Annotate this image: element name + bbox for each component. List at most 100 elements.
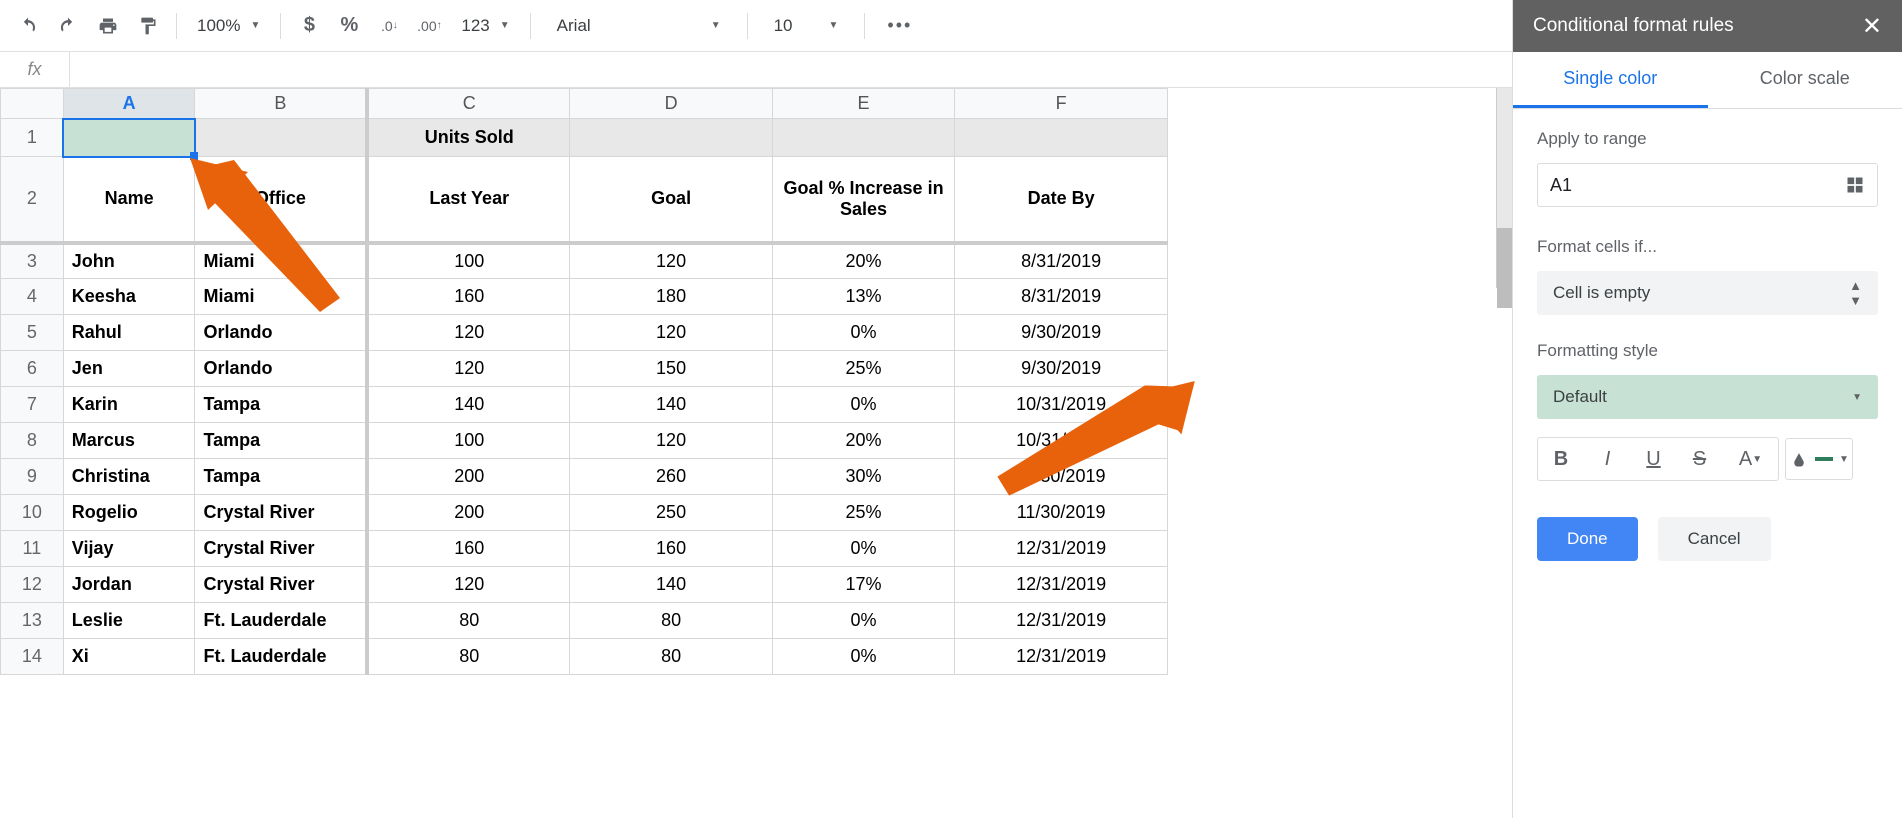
cell[interactable]: Crystal River <box>195 531 367 567</box>
cell[interactable]: 9/30/2019 <box>955 351 1168 387</box>
cell[interactable]: Ft. Lauderdale <box>195 639 367 675</box>
row-header[interactable]: 2 <box>1 157 64 243</box>
selection-handle[interactable] <box>190 152 198 160</box>
cell[interactable]: Name <box>63 157 195 243</box>
cell[interactable]: Rahul <box>63 315 195 351</box>
cell[interactable]: 120 <box>570 315 773 351</box>
cell[interactable]: 0% <box>772 531 954 567</box>
cell[interactable]: Karin <box>63 387 195 423</box>
cell[interactable]: 80 <box>570 603 773 639</box>
row-header[interactable]: 8 <box>1 423 64 459</box>
range-input[interactable]: A1 <box>1537 163 1878 207</box>
row-header[interactable]: 5 <box>1 315 64 351</box>
cell[interactable]: 11/30/2019 <box>955 495 1168 531</box>
paint-format-button[interactable] <box>130 8 166 44</box>
cell[interactable]: Goal <box>570 157 773 243</box>
cell[interactable]: 30% <box>772 459 954 495</box>
row-header[interactable]: 3 <box>1 243 64 279</box>
cell[interactable] <box>772 119 954 157</box>
cell[interactable]: 13% <box>772 279 954 315</box>
cell[interactable]: Vijay <box>63 531 195 567</box>
underline-button[interactable]: U <box>1630 438 1676 480</box>
condition-selector[interactable]: Cell is empty ▲▼ <box>1537 271 1878 315</box>
cell[interactable]: John <box>63 243 195 279</box>
cell[interactable]: 100 <box>367 243 570 279</box>
column-header-e[interactable]: E <box>772 89 954 119</box>
number-format-selector[interactable]: 123 ▼ <box>451 16 519 36</box>
cell[interactable]: 12/31/2019 <box>955 531 1168 567</box>
row-header[interactable]: 12 <box>1 567 64 603</box>
cell[interactable]: Miami <box>195 243 367 279</box>
cell[interactable]: 160 <box>367 531 570 567</box>
text-color-button[interactable]: A ▼ <box>1722 438 1778 480</box>
cell[interactable]: Tampa <box>195 387 367 423</box>
redo-button[interactable] <box>50 8 86 44</box>
cell[interactable]: Xi <box>63 639 195 675</box>
cell[interactable] <box>570 119 773 157</box>
cell[interactable]: 120 <box>367 315 570 351</box>
row-header[interactable]: 11 <box>1 531 64 567</box>
row-header[interactable]: 13 <box>1 603 64 639</box>
undo-button[interactable] <box>10 8 46 44</box>
row-header[interactable]: 14 <box>1 639 64 675</box>
italic-button[interactable]: I <box>1584 438 1630 480</box>
cell[interactable]: 200 <box>367 495 570 531</box>
row-header[interactable]: 6 <box>1 351 64 387</box>
cell[interactable]: 120 <box>367 351 570 387</box>
cell[interactable]: 260 <box>570 459 773 495</box>
cell[interactable]: Orlando <box>195 315 367 351</box>
vertical-scrollbar[interactable] <box>1496 88 1512 288</box>
cell[interactable]: Marcus <box>63 423 195 459</box>
cell[interactable]: 160 <box>367 279 570 315</box>
percent-button[interactable]: % <box>331 8 367 44</box>
cell[interactable]: Jordan <box>63 567 195 603</box>
row-header[interactable]: 10 <box>1 495 64 531</box>
decrease-decimal-button[interactable]: .0↓ <box>371 8 407 44</box>
cell[interactable]: 12/31/2019 <box>955 567 1168 603</box>
tab-single-color[interactable]: Single color <box>1513 52 1708 108</box>
cell[interactable]: Crystal River <box>195 495 367 531</box>
cell[interactable]: 17% <box>772 567 954 603</box>
fontsize-selector[interactable]: 10 ▼ <box>758 16 855 36</box>
column-header-f[interactable]: F <box>955 89 1168 119</box>
cell[interactable]: 250 <box>570 495 773 531</box>
cell[interactable]: Jen <box>63 351 195 387</box>
cell[interactable]: Rogelio <box>63 495 195 531</box>
cell[interactable]: 120 <box>367 567 570 603</box>
cell[interactable]: Christina <box>63 459 195 495</box>
row-header[interactable]: 1 <box>1 119 64 157</box>
cell[interactable]: 20% <box>772 423 954 459</box>
increase-decimal-button[interactable]: .00↑ <box>411 8 447 44</box>
bold-button[interactable]: B <box>1538 438 1584 480</box>
cell[interactable]: 180 <box>570 279 773 315</box>
cancel-button[interactable]: Cancel <box>1658 517 1771 561</box>
cell[interactable]: 12/31/2019 <box>955 603 1168 639</box>
cell[interactable]: Leslie <box>63 603 195 639</box>
cell[interactable]: Last Year <box>367 157 570 243</box>
cell[interactable]: 20% <box>772 243 954 279</box>
cell-a1[interactable] <box>63 119 195 157</box>
cell[interactable]: Units Sold <box>367 119 570 157</box>
column-header-c[interactable]: C <box>367 89 570 119</box>
cell[interactable]: 11/30/2019 <box>955 459 1168 495</box>
column-header-b[interactable]: B <box>195 89 367 119</box>
cell[interactable]: 120 <box>570 243 773 279</box>
cell[interactable]: 25% <box>772 495 954 531</box>
fill-color-button[interactable]: ▼ <box>1785 438 1853 480</box>
row-header[interactable]: 4 <box>1 279 64 315</box>
cell[interactable]: Orlando <box>195 351 367 387</box>
cell[interactable]: Crystal River <box>195 567 367 603</box>
cell[interactable]: 100 <box>367 423 570 459</box>
cell[interactable]: 0% <box>772 387 954 423</box>
row-header[interactable]: 9 <box>1 459 64 495</box>
cell[interactable]: 9/30/2019 <box>955 315 1168 351</box>
cell[interactable]: 10/31/2019 <box>955 387 1168 423</box>
cell[interactable]: 0% <box>772 639 954 675</box>
cell[interactable]: 10/31/2019 <box>955 423 1168 459</box>
print-button[interactable] <box>90 8 126 44</box>
column-header-d[interactable]: D <box>570 89 773 119</box>
font-selector[interactable]: Arial ▼ <box>541 16 737 36</box>
cell[interactable]: 8/31/2019 <box>955 243 1168 279</box>
done-button[interactable]: Done <box>1537 517 1638 561</box>
select-all-corner[interactable] <box>1 89 64 119</box>
